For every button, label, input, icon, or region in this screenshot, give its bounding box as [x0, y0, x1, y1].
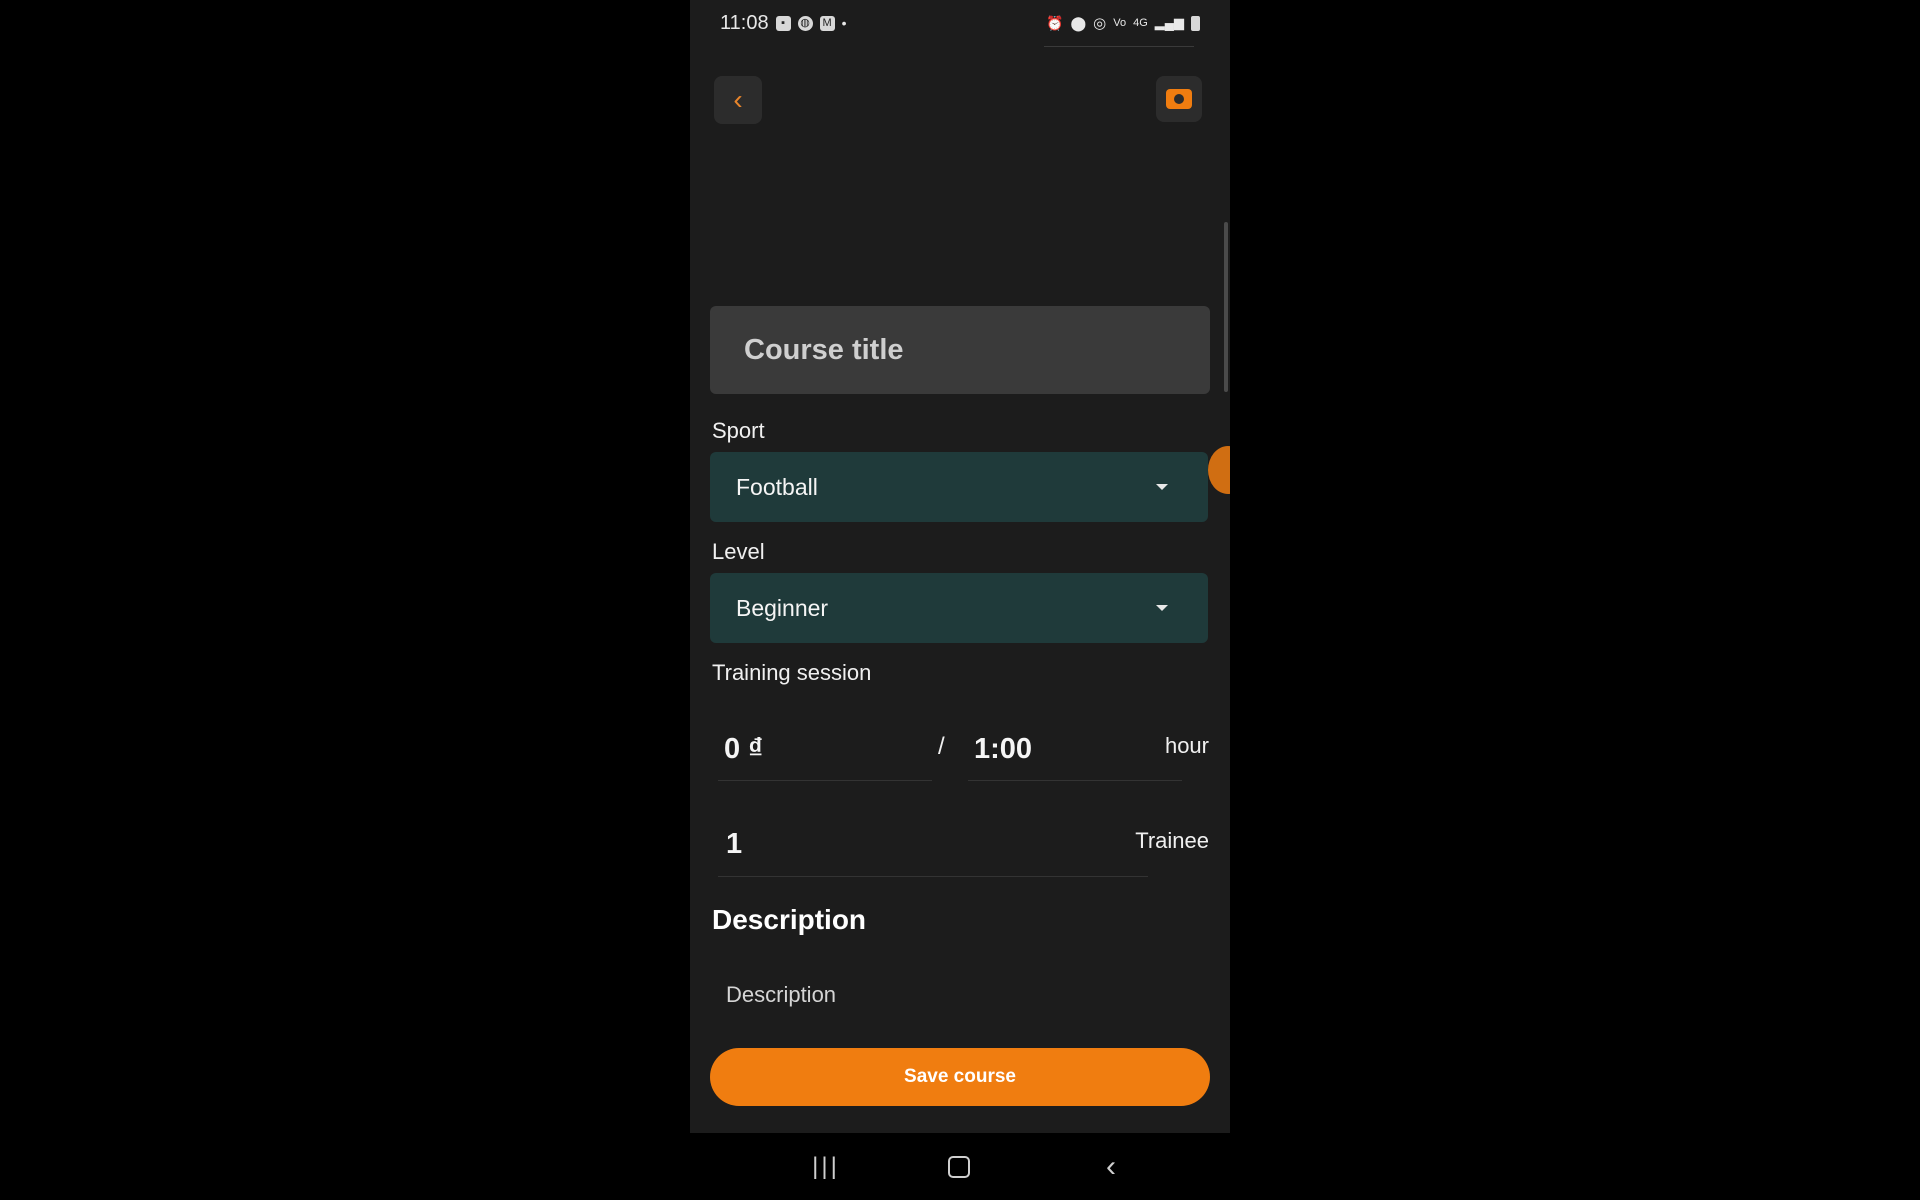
status-time: 11:08 — [720, 11, 769, 34]
camera-button[interactable] — [1156, 76, 1202, 122]
description-heading: Description — [712, 904, 867, 935]
camera-icon — [1166, 89, 1192, 109]
status-left: 11:08 ▪ ◍ M • — [720, 12, 846, 35]
trainee-underline — [718, 876, 1148, 877]
alarm-icon: ⏰ — [1046, 14, 1064, 31]
description-input[interactable]: Description — [726, 982, 836, 1008]
duration-input[interactable]: 1:00 — [974, 733, 1032, 766]
system-nav-bar: ||| ‹ — [690, 1133, 1230, 1200]
trainee-input[interactable]: 1 — [726, 828, 742, 861]
duration-unit-label: hour — [1164, 733, 1209, 758]
course-title-placeholder: Course title — [744, 333, 904, 366]
gmail-icon: M — [819, 15, 835, 31]
home-button[interactable] — [939, 1147, 979, 1187]
save-course-button[interactable]: Save course — [710, 1048, 1210, 1106]
price-duration-separator: / — [938, 733, 945, 760]
phone-screen: 11:08 ▪ ◍ M • ⏰ ⬤ ◎ Vo 4G ▂▄▆ ‹ Course t… — [690, 0, 1230, 1133]
price-input[interactable]: 0 ₫ — [724, 733, 763, 766]
chrome-icon: ◍ — [797, 15, 813, 31]
duration-underline — [968, 780, 1182, 781]
system-back-button[interactable]: ‹ — [1091, 1147, 1131, 1187]
notification-icon: ▪ — [775, 15, 791, 31]
level-select-value: Beginner — [736, 594, 829, 621]
4g-icon: 4G — [1133, 17, 1148, 29]
trainee-unit-label: Trainee — [1135, 828, 1209, 853]
home-icon — [948, 1156, 970, 1178]
back-button[interactable]: ‹ — [714, 76, 762, 124]
status-bar: 11:08 ▪ ◍ M • ⏰ ⬤ ◎ Vo 4G ▂▄▆ — [690, 0, 1230, 46]
sport-label: Sport — [712, 418, 765, 443]
status-right: ⏰ ⬤ ◎ Vo 4G ▂▄▆ — [1046, 14, 1200, 32]
location-icon: ⬤ — [1070, 14, 1087, 31]
dropdown-caret-icon — [1156, 605, 1168, 611]
signal-icon: ▂▄▆ — [1154, 15, 1184, 30]
battery-icon — [1191, 15, 1200, 31]
dropdown-caret-icon — [1156, 484, 1168, 490]
scrollbar[interactable] — [1224, 222, 1228, 392]
level-select[interactable]: Beginner — [710, 573, 1208, 643]
sport-select-value: Football — [736, 473, 818, 500]
recents-button[interactable]: ||| — [806, 1147, 846, 1187]
status-divider — [1044, 46, 1194, 47]
recents-icon: ||| — [812, 1153, 840, 1180]
floating-action-peek[interactable] — [1208, 446, 1230, 494]
training-session-label: Training session — [712, 660, 872, 685]
hotspot-icon: ◎ — [1093, 15, 1107, 32]
back-icon: ‹ — [1106, 1150, 1116, 1183]
course-title-input[interactable]: Course title — [710, 306, 1210, 394]
volte-icon: Vo — [1113, 17, 1127, 29]
more-notifications-dot-icon: • — [841, 15, 847, 31]
chevron-left-icon: ‹ — [733, 84, 743, 115]
level-label: Level — [712, 539, 765, 564]
price-underline — [718, 780, 932, 781]
sport-select[interactable]: Football — [710, 452, 1208, 522]
